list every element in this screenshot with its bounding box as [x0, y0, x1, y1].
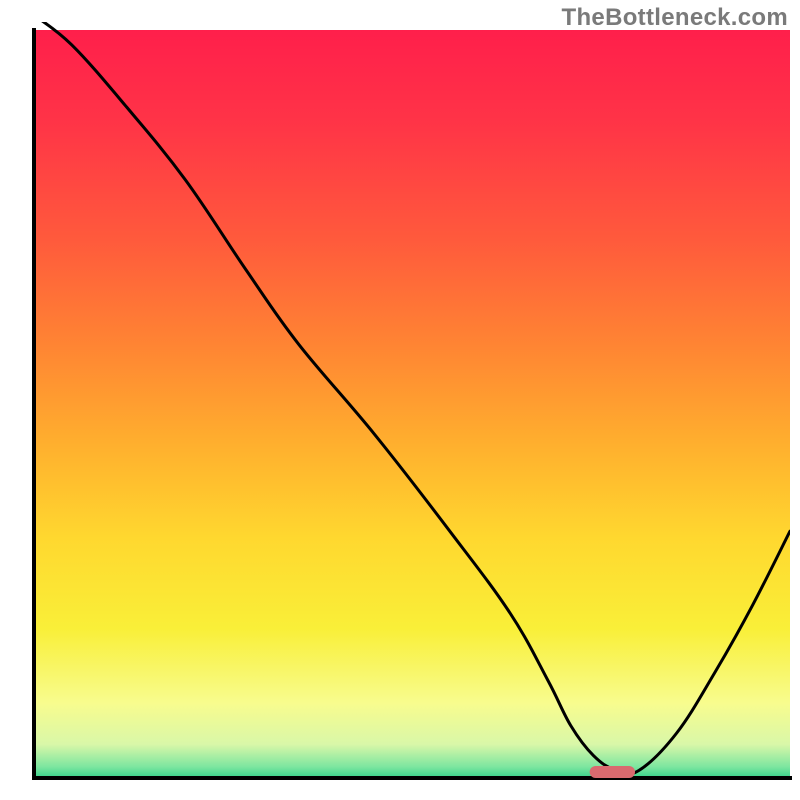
optimal-marker	[590, 766, 635, 778]
chart-container: TheBottleneck.com	[0, 0, 800, 800]
plot-background	[34, 30, 790, 778]
bottleneck-chart	[0, 0, 800, 800]
